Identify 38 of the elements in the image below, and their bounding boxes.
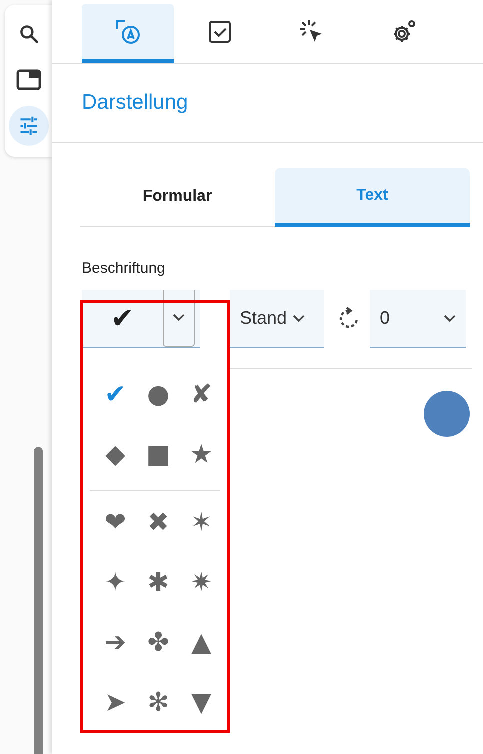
window-icon [16, 69, 42, 91]
dropdown-button[interactable] [163, 290, 195, 347]
panel-title: Darstellung [82, 91, 188, 115]
symbol-option[interactable]: ➤ [98, 683, 133, 723]
symbol-option[interactable]: ▲ [184, 623, 219, 663]
caret-icon [293, 314, 306, 322]
symbol-option[interactable]: ▼ [184, 683, 219, 723]
symbol-option[interactable]: ✤ [141, 623, 176, 663]
sliders-button[interactable] [8, 106, 48, 146]
symbol-option[interactable]: ✶ [184, 503, 219, 543]
rotate-icon [338, 307, 360, 331]
checkbox-icon [208, 20, 232, 44]
symbol-option[interactable]: ◆ [98, 435, 133, 475]
symbol-option[interactable]: ✖ [141, 503, 176, 543]
symbol-option[interactable]: ✦ [98, 563, 133, 603]
styled-shape-icon [115, 18, 141, 44]
tab[interactable]: Text [275, 168, 470, 227]
symbol-select[interactable]: ✔ [82, 290, 200, 348]
rotation-select[interactable]: 0 [370, 290, 466, 348]
symbol-option[interactable]: ❤ [98, 503, 133, 543]
gears-icon [391, 18, 417, 44]
symbol-option[interactable]: ✘ [184, 375, 219, 415]
style-select[interactable]: Stand [230, 290, 324, 348]
selected-symbol: ✔ [110, 302, 136, 335]
symbol-option[interactable]: ● [141, 375, 176, 415]
caret-icon [173, 314, 185, 322]
symbol-option[interactable]: ■ [141, 435, 176, 475]
color-swatch[interactable] [424, 391, 470, 437]
caret-icon [444, 314, 456, 322]
symbol-option[interactable]: ➔ [98, 623, 133, 663]
symbol-option[interactable]: ✷ [184, 563, 219, 603]
scrollbar[interactable] [34, 447, 43, 754]
search-icon [18, 23, 40, 45]
symbol-option[interactable]: ✻ [141, 683, 176, 723]
symbol-option[interactable]: ✔ [98, 375, 133, 415]
symbol-option[interactable]: ✱ [141, 563, 176, 603]
symbol-option[interactable]: ★ [184, 435, 219, 475]
section-label: Beschriftung [82, 260, 166, 279]
